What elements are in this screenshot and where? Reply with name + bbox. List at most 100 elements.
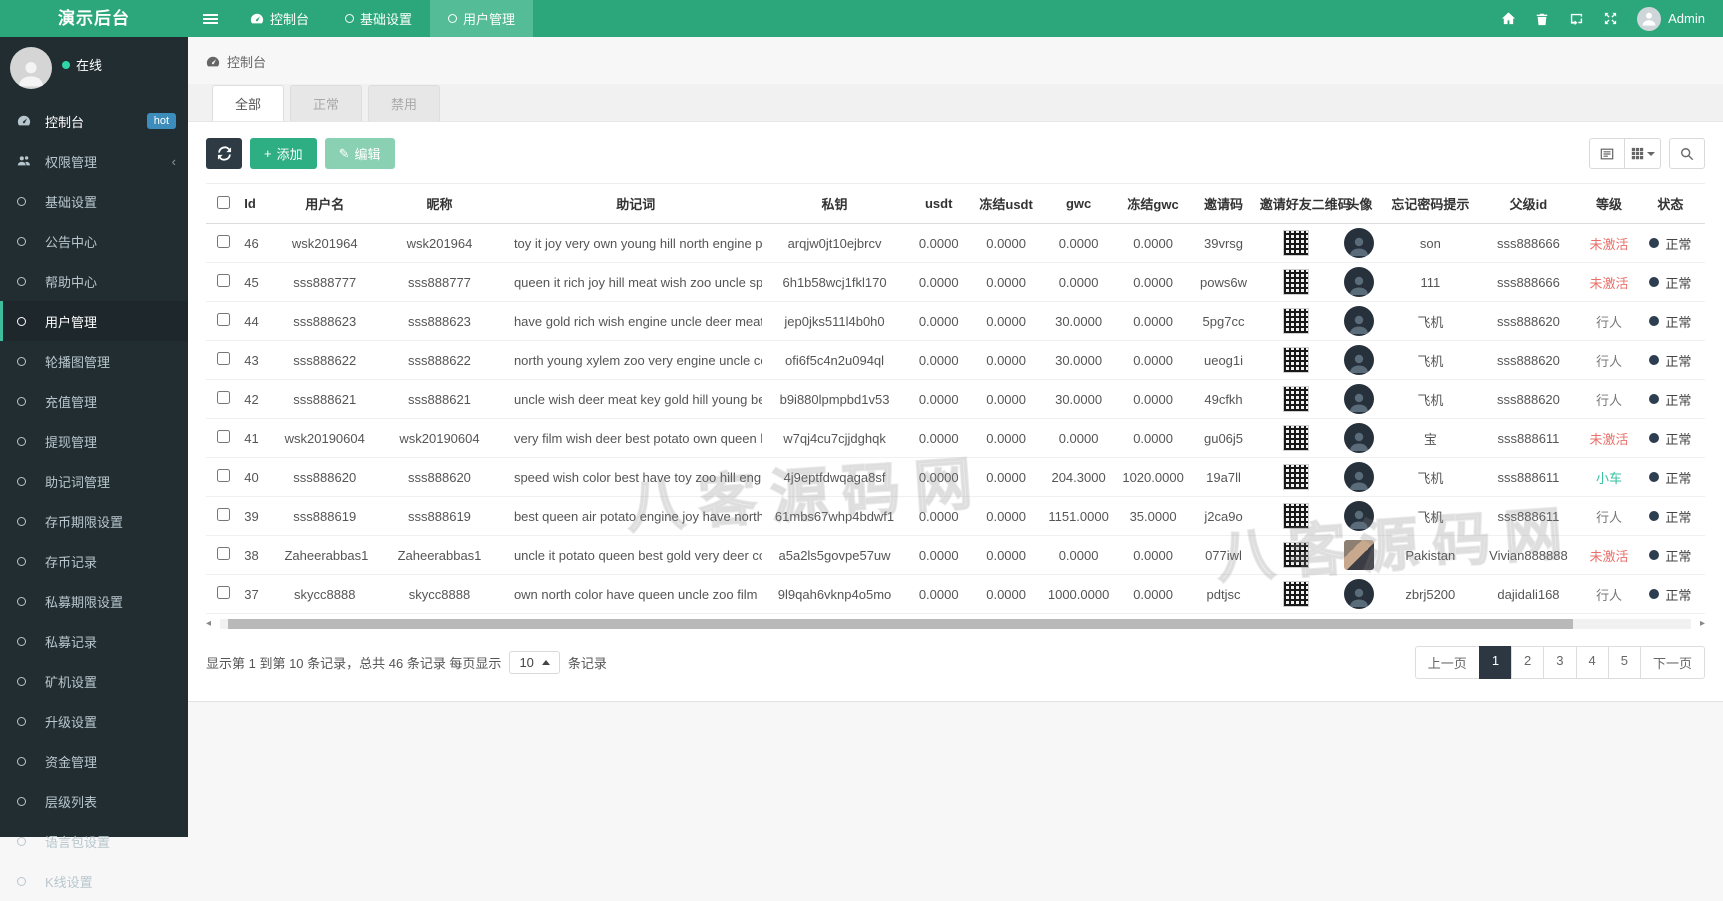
- cell-level: 行人: [1578, 340, 1640, 380]
- sidebar-item-17[interactable]: 资金管理: [0, 741, 188, 781]
- cell-avatar: [1336, 262, 1383, 302]
- filter-tab-3[interactable]: 禁用: [368, 85, 441, 121]
- sidebar-item-14[interactable]: 私募记录: [0, 621, 188, 661]
- gauge-icon: [17, 114, 39, 128]
- row-checkbox-cell: [206, 418, 241, 458]
- table-row: 45 sss888777 sss888777 queen it rich joy hi…: [206, 262, 1705, 302]
- cell-level: 行人: [1578, 574, 1640, 614]
- row-checkbox-cell: [206, 496, 241, 536]
- scroll-left-icon[interactable]: ◂: [206, 618, 211, 629]
- page-button-3[interactable]: 3: [1543, 646, 1577, 679]
- row-checkbox[interactable]: [216, 586, 230, 599]
- cell-parent-id: sss888620: [1478, 340, 1579, 380]
- page-size-value: 10: [519, 655, 534, 670]
- sidebar-item-label: 充值管理: [45, 394, 98, 410]
- sidebar-item-5[interactable]: 帮助中心: [0, 261, 188, 301]
- avatar: [1344, 501, 1375, 531]
- cache-button[interactable]: [1559, 0, 1593, 37]
- cell-password-hint: Pakistan: [1382, 535, 1479, 575]
- select-all-checkbox[interactable]: [216, 195, 230, 209]
- detail-view-button[interactable]: [1589, 138, 1625, 169]
- cell-level: 行人: [1578, 496, 1640, 536]
- cell-qrcode: [1255, 301, 1337, 341]
- search-button[interactable]: [1669, 138, 1705, 169]
- sidebar-toggle-button[interactable]: [188, 0, 232, 37]
- sidebar-item-10[interactable]: 助记词管理: [0, 461, 188, 501]
- topnav-tab-3[interactable]: 用户管理: [430, 0, 534, 37]
- sidebar-item-label: 助记词管理: [45, 474, 111, 490]
- sidebar-item-13[interactable]: 私募期限设置: [0, 581, 188, 621]
- cell-status: 正常: [1639, 340, 1702, 380]
- cell-mnemonic: north young xylem zoo very engine uncle …: [509, 340, 762, 380]
- topnav-tab-2[interactable]: 基础设置: [327, 0, 430, 37]
- scrollbar-thumb[interactable]: [228, 619, 1573, 629]
- filter-tab-1[interactable]: 全部: [212, 85, 285, 121]
- row-checkbox[interactable]: [216, 508, 230, 521]
- next-page-button[interactable]: 下一页: [1639, 646, 1705, 679]
- row-checkbox[interactable]: [216, 313, 230, 326]
- sidebar-item-19[interactable]: 语言包设置: [0, 821, 188, 861]
- sidebar-item-4[interactable]: 公告中心: [0, 221, 188, 261]
- sidebar-item-6[interactable]: 用户管理: [0, 301, 188, 341]
- row-checkbox[interactable]: [216, 430, 230, 443]
- circle-icon: [17, 316, 39, 326]
- sidebar-item-15[interactable]: 矿机设置: [0, 661, 188, 701]
- topbar-right: Admin: [1491, 0, 1723, 37]
- sidebar-item-12[interactable]: 存币记录: [0, 541, 188, 581]
- fullscreen-button[interactable]: [1593, 0, 1627, 37]
- row-checkbox-cell: [206, 262, 241, 302]
- table-row: 44 sss888623 sss888623 have gold rich wish …: [206, 301, 1705, 341]
- cell-username: wsk201964: [280, 223, 370, 263]
- sidebar-item-1[interactable]: 控制台 hot: [0, 101, 188, 141]
- page-button-1[interactable]: 1: [1478, 646, 1513, 679]
- sidebar-item-2[interactable]: 权限管理 ‹: [0, 141, 188, 181]
- online-label: 在线: [76, 58, 103, 73]
- plus-icon: +: [264, 146, 272, 161]
- sidebar-item-3[interactable]: 基础设置: [0, 181, 188, 221]
- page-size-select[interactable]: 10: [509, 651, 560, 674]
- trash-icon: [1535, 12, 1549, 26]
- sidebar-item-11[interactable]: 存币期限设置: [0, 501, 188, 541]
- qrcode-image: [1282, 308, 1309, 334]
- users-table: Id 用户名 昵称 助记词 私钥 usdt 冻结usdt gwc 冻结gwc 邀请码 邀请好友二维码…: [206, 183, 1705, 614]
- row-checkbox[interactable]: [216, 274, 230, 287]
- page-button-5[interactable]: 5: [1607, 646, 1641, 679]
- circle-icon: [17, 876, 39, 886]
- sidebar-item-9[interactable]: 提现管理: [0, 421, 188, 461]
- add-button[interactable]: + 添加: [250, 138, 317, 169]
- cell-frozen-gwc: 0.0000: [1114, 223, 1192, 263]
- sidebar-item-18[interactable]: 层级列表: [0, 781, 188, 821]
- row-checkbox[interactable]: [216, 235, 230, 248]
- admin-menu[interactable]: Admin: [1637, 6, 1705, 31]
- scroll-right-icon[interactable]: ▸: [1700, 618, 1705, 629]
- row-checkbox[interactable]: [216, 391, 230, 404]
- circle-icon: [17, 676, 39, 686]
- qrcode-image: [1282, 386, 1309, 412]
- home-button[interactable]: [1491, 0, 1525, 37]
- sidebar-item-7[interactable]: 轮播图管理: [0, 341, 188, 381]
- row-checkbox[interactable]: [216, 352, 230, 365]
- prev-page-button[interactable]: 上一页: [1414, 646, 1480, 679]
- sidebar-item-16[interactable]: 升级设置: [0, 701, 188, 741]
- sidebar-item-label: 提现管理: [45, 434, 98, 450]
- filter-tab-2[interactable]: 正常: [290, 85, 363, 121]
- qrcode-image: [1282, 230, 1309, 256]
- topnav-tab-1[interactable]: 控制台: [232, 0, 327, 37]
- qrcode-image: [1282, 581, 1309, 607]
- horizontal-scrollbar[interactable]: ◂ ▸: [206, 618, 1705, 630]
- sidebar-item-8[interactable]: 充值管理: [0, 381, 188, 421]
- sidebar-item-20[interactable]: K线设置: [0, 861, 188, 901]
- qrcode-image: [1282, 347, 1309, 373]
- cell-id: 41: [240, 418, 281, 458]
- page-button-2[interactable]: 2: [1511, 646, 1545, 679]
- page-button-4[interactable]: 4: [1575, 646, 1609, 679]
- refresh-button[interactable]: [206, 138, 242, 169]
- row-checkbox[interactable]: [216, 547, 230, 560]
- cell-avatar: [1336, 496, 1383, 536]
- trash-button[interactable]: [1525, 0, 1559, 37]
- cell-status: 正常: [1639, 418, 1702, 458]
- edit-button[interactable]: ✎ 编辑: [324, 138, 395, 169]
- row-checkbox[interactable]: [216, 469, 230, 482]
- columns-button[interactable]: [1625, 138, 1661, 169]
- cell-usdt: 0.0000: [907, 301, 970, 341]
